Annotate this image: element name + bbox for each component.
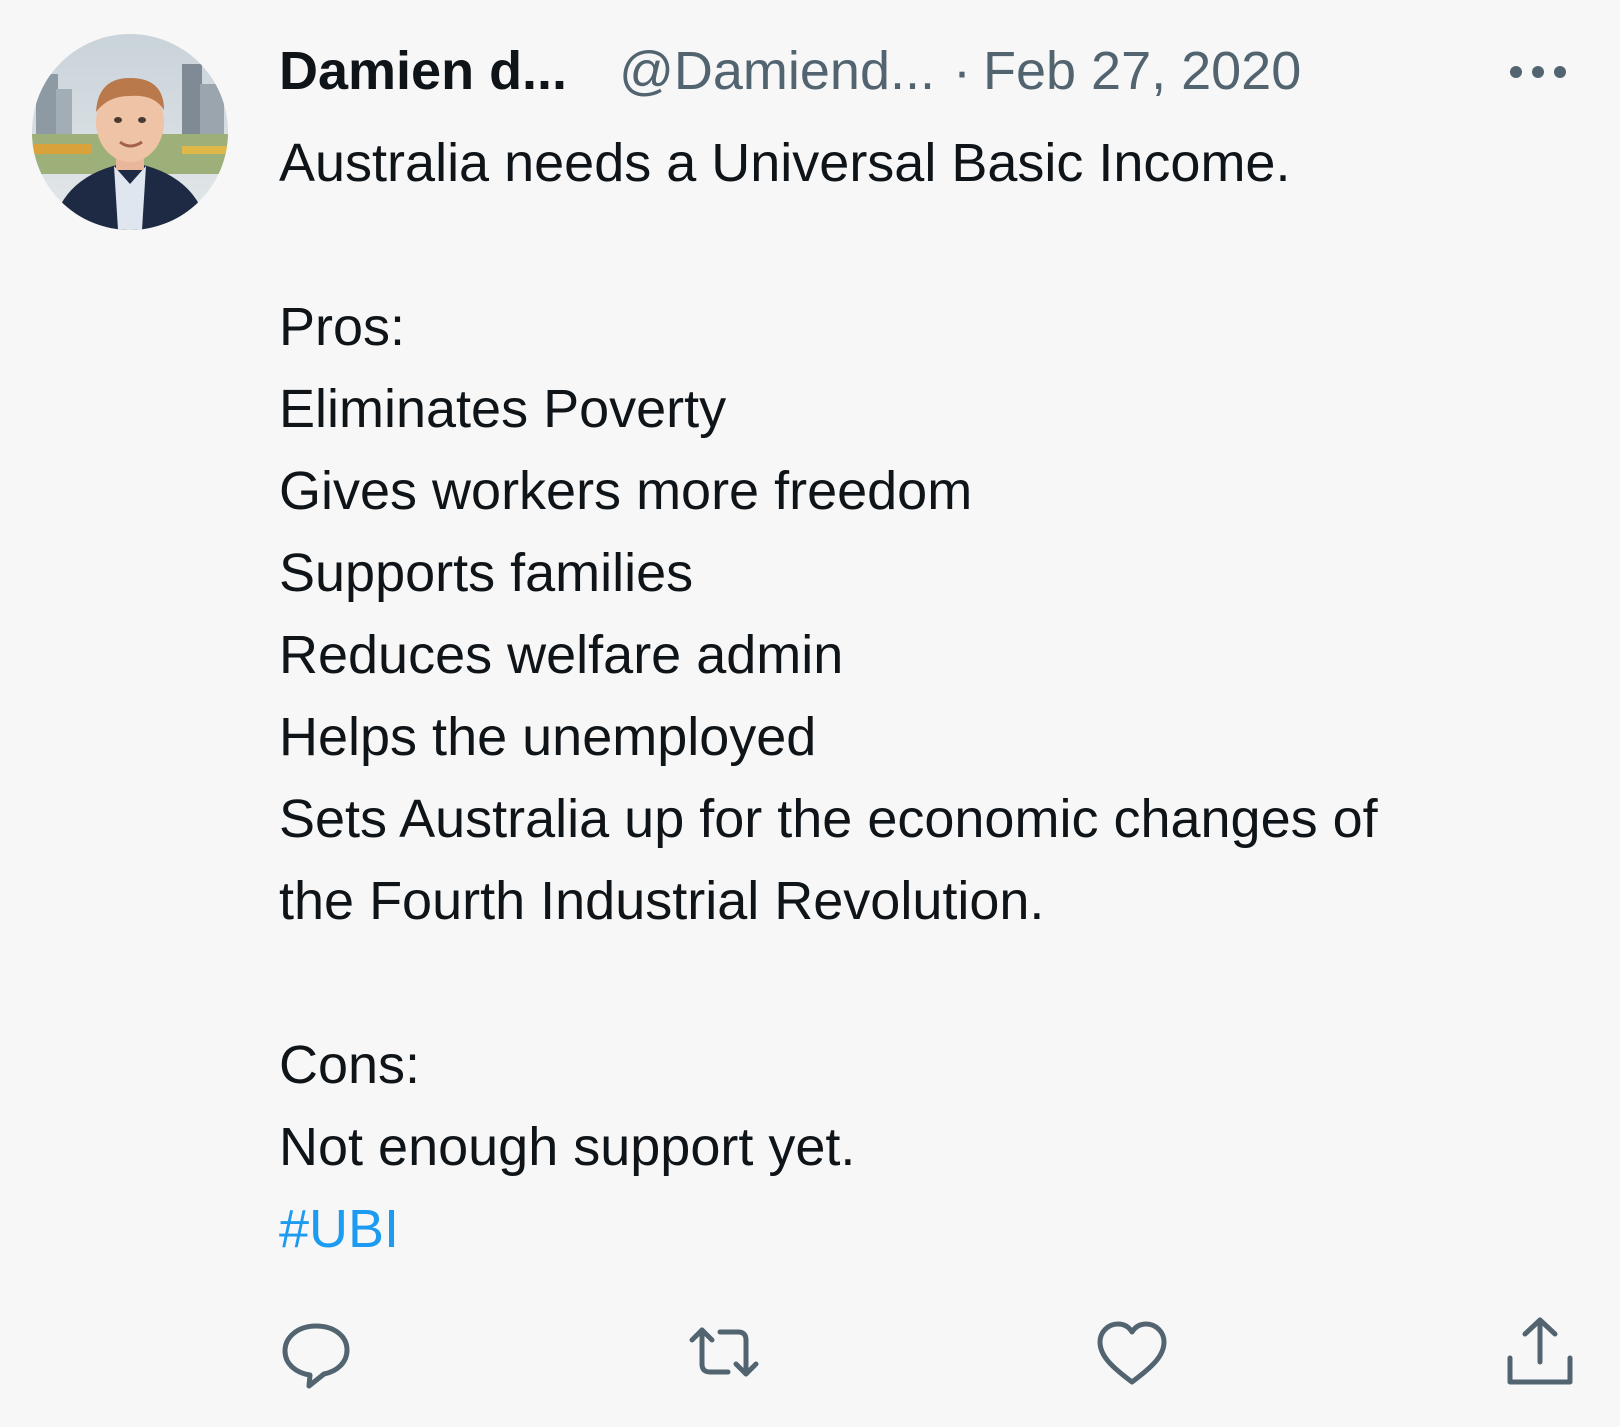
tweet-header: Damien d... @Damiend... · Feb 27, 2020 [279, 36, 1301, 106]
tweet-text: Australia needs a Universal Basic Income… [279, 122, 1599, 1270]
pros-item: Helps the unemployed [279, 707, 817, 767]
more-options-icon [1510, 66, 1566, 78]
pros-item: Sets Australia up for the economic chang… [279, 789, 1378, 849]
cons-item: Not enough support yet. [279, 1117, 856, 1177]
author-name[interactable]: Damien d... [279, 40, 567, 102]
pros-item: the Fourth Industrial Revolution. [279, 871, 1045, 931]
tweet-date[interactable]: Feb 27, 2020 [983, 40, 1301, 102]
author-handle[interactable]: @Damiend... [619, 40, 935, 102]
pros-heading: Pros: [279, 297, 406, 357]
tweet-headline: Australia needs a Universal Basic Income… [279, 133, 1291, 193]
retweet-button[interactable] [684, 1312, 764, 1392]
cons-heading: Cons: [279, 1035, 421, 1095]
share-button[interactable] [1500, 1312, 1580, 1392]
avatar[interactable] [32, 34, 228, 230]
retweet-icon [689, 1327, 759, 1377]
tweet: Damien d... @Damiend... · Feb 27, 2020 A… [0, 0, 1620, 1427]
header-separator: · [953, 41, 971, 101]
avatar-image [32, 34, 228, 230]
reply-icon [282, 1323, 350, 1389]
more-options-button[interactable] [1506, 52, 1576, 92]
like-icon [1097, 1321, 1167, 1385]
pros-item: Supports families [279, 543, 694, 603]
reply-button[interactable] [276, 1312, 356, 1392]
share-icon [1507, 1317, 1573, 1385]
hashtag-link[interactable]: #UBI [279, 1188, 1599, 1270]
pros-item: Reduces welfare admin [279, 625, 844, 685]
pros-item: Gives workers more freedom [279, 461, 973, 521]
pros-item: Eliminates Poverty [279, 379, 727, 439]
like-button[interactable] [1092, 1312, 1172, 1392]
